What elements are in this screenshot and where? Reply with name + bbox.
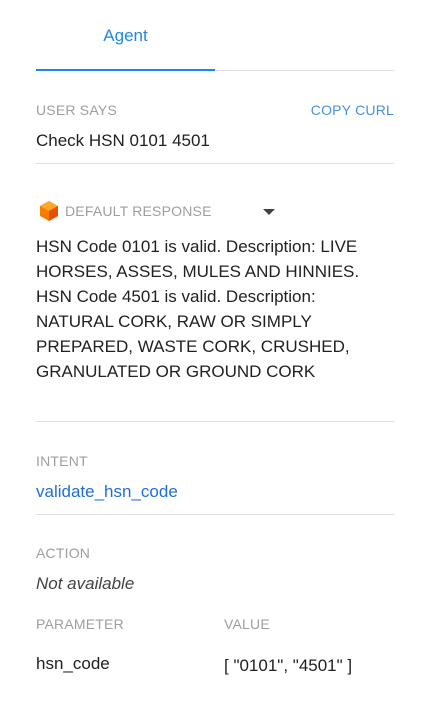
divider <box>36 421 394 422</box>
tab-bar: Agent <box>36 0 394 71</box>
agent-response-panel: Agent USER SAYS COPY CURL Check HSN 0101… <box>0 0 428 702</box>
parameter-value: [ "0101", "4501" ] <box>224 656 353 675</box>
cube-icon <box>40 201 58 221</box>
tab-agent-label: Agent <box>103 25 148 45</box>
action-label: ACTION <box>36 545 91 561</box>
default-response-label: DEFAULT RESPONSE <box>65 203 212 219</box>
user-says-label: USER SAYS <box>36 102 117 118</box>
copy-curl-button[interactable]: COPY CURL <box>311 102 394 118</box>
divider <box>36 514 394 515</box>
divider <box>36 163 394 164</box>
user-says-text: Check HSN 0101 4501 <box>36 131 210 150</box>
tab-agent[interactable]: Agent <box>36 0 215 71</box>
action-value: Not available <box>36 574 135 593</box>
intent-label: INTENT <box>36 453 88 469</box>
intent-link[interactable]: validate_hsn_code <box>36 482 178 502</box>
default-response-header: DEFAULT RESPONSE <box>40 201 212 221</box>
parameter-column-header: PARAMETER <box>36 616 124 632</box>
tab-active-indicator <box>36 69 215 71</box>
parameter-name: hsn_code <box>36 654 110 673</box>
caret-down-icon[interactable] <box>263 208 275 216</box>
default-response-text: HSN Code 0101 is valid. Description: LIV… <box>36 237 360 381</box>
value-column-header: VALUE <box>224 616 270 632</box>
